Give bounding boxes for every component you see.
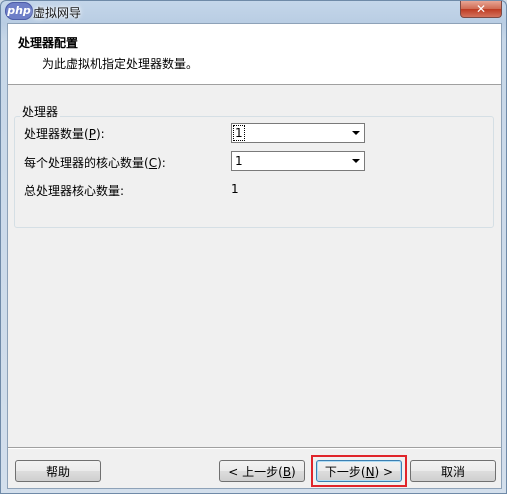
help-button[interactable]: 帮助: [15, 460, 101, 482]
title-bar[interactable]: php 虚拟网导 ✕: [1, 1, 506, 23]
wizard-client-area: 处理器配置 为此虚拟机指定处理器数量。 处理器 处理器数量(P): 1 每个处理…: [7, 23, 502, 489]
total-cores-value: 1: [231, 182, 239, 196]
cores-per-processor-value: 1: [235, 154, 243, 168]
total-cores-label: 总处理器核心数量:: [24, 184, 125, 198]
footer-divider: [8, 447, 501, 449]
processor-group-legend: 处理器: [20, 103, 61, 120]
processor-count-label: 处理器数量(P):: [24, 127, 105, 141]
cores-per-processor-select[interactable]: 1: [231, 151, 365, 171]
processor-count-value: 1: [233, 125, 245, 141]
window-title: 虚拟网导: [33, 6, 82, 20]
php-logo: php: [5, 2, 33, 20]
chevron-down-icon: [352, 131, 360, 135]
processor-count-select[interactable]: 1: [231, 123, 365, 143]
close-icon: ✕: [475, 2, 487, 16]
page-subtitle: 为此虚拟机指定处理器数量。: [42, 57, 199, 71]
cancel-button[interactable]: 取消: [410, 460, 496, 482]
wizard-header: 处理器配置 为此虚拟机指定处理器数量。: [8, 24, 501, 85]
back-button[interactable]: < 上一步(B): [219, 460, 305, 482]
chevron-down-icon: [352, 159, 360, 163]
cores-per-processor-label: 每个处理器的核心数量(C):: [24, 156, 166, 170]
next-button-highlight: [311, 455, 407, 487]
wizard-window: php 虚拟网导 ✕ 处理器配置 为此虚拟机指定处理器数量。 处理器 处理器数量…: [0, 0, 507, 494]
page-title: 处理器配置: [18, 36, 79, 50]
close-button[interactable]: ✕: [460, 1, 502, 18]
